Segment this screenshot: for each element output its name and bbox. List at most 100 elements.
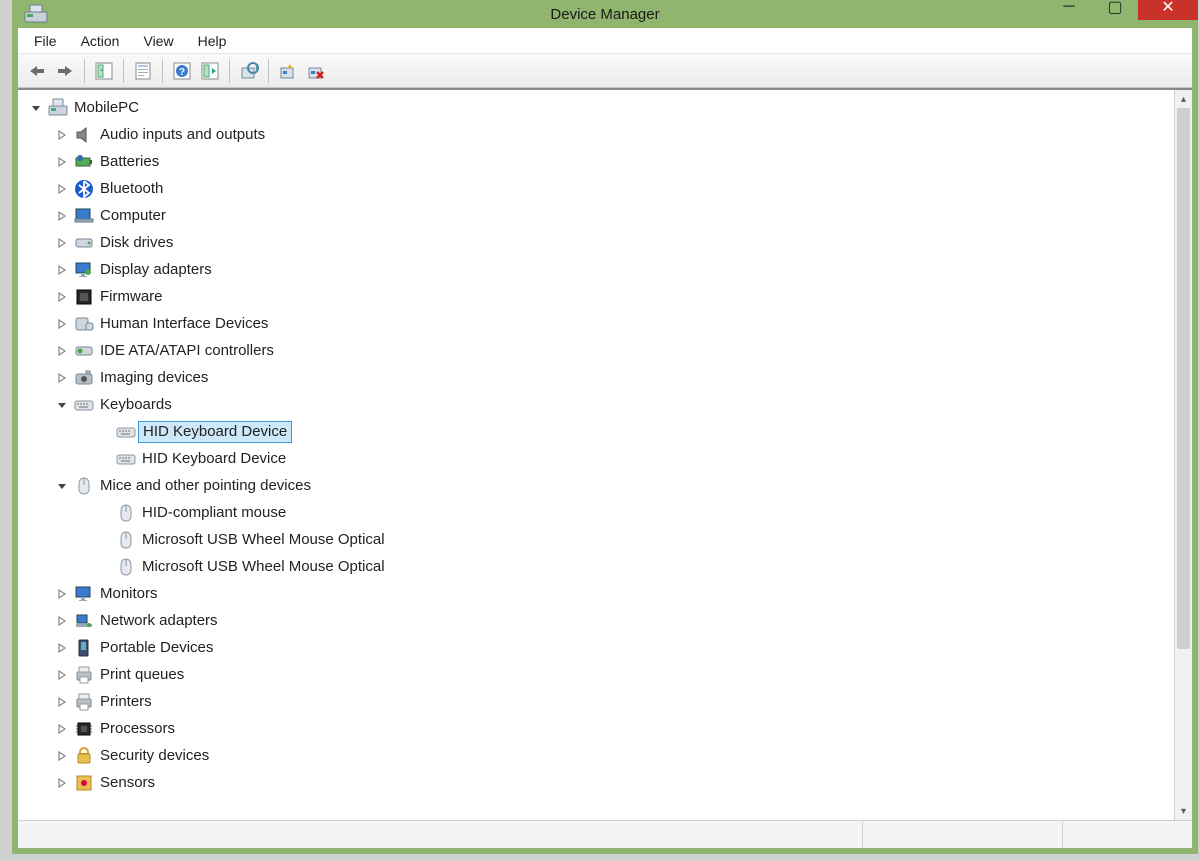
tree-node[interactable]: HID Keyboard Device bbox=[26, 445, 1174, 472]
expand-toggle-icon[interactable] bbox=[56, 318, 68, 330]
tree-node[interactable]: Portable Devices bbox=[26, 634, 1174, 661]
expand-toggle-icon[interactable] bbox=[56, 723, 68, 735]
tree-node[interactable]: Keyboards bbox=[26, 391, 1174, 418]
tree-node-label: Portable Devices bbox=[100, 634, 213, 661]
tree-node[interactable]: Monitors bbox=[26, 580, 1174, 607]
tree-node[interactable]: Microsoft USB Wheel Mouse Optical bbox=[26, 526, 1174, 553]
tree-node[interactable]: IDE ATA/ATAPI controllers bbox=[26, 337, 1174, 364]
battery-icon bbox=[74, 152, 94, 172]
close-button[interactable]: ✕ bbox=[1138, 0, 1198, 20]
device-tree[interactable]: MobilePCAudio inputs and outputsBatterie… bbox=[18, 90, 1174, 820]
expand-toggle-icon[interactable] bbox=[56, 750, 68, 762]
keyboard-icon bbox=[116, 422, 136, 442]
tree-node[interactable]: Sensors bbox=[26, 769, 1174, 796]
collapse-toggle-icon[interactable] bbox=[56, 480, 68, 492]
tree-node-label: Print queues bbox=[100, 661, 184, 688]
mouse-icon bbox=[74, 476, 94, 496]
printer-icon bbox=[74, 692, 94, 712]
back-button[interactable] bbox=[24, 58, 50, 84]
tree-node[interactable]: Processors bbox=[26, 715, 1174, 742]
toolbar-separator bbox=[268, 59, 269, 83]
printer-icon bbox=[74, 665, 94, 685]
portable-icon bbox=[74, 638, 94, 658]
expand-toggle-icon[interactable] bbox=[56, 129, 68, 141]
tree-node[interactable]: Display adapters bbox=[26, 256, 1174, 283]
expand-toggle-icon[interactable] bbox=[56, 156, 68, 168]
tree-node[interactable]: Mice and other pointing devices bbox=[26, 472, 1174, 499]
tree-node-label: Imaging devices bbox=[100, 364, 208, 391]
status-cell bbox=[1062, 821, 1192, 848]
expand-toggle-icon[interactable] bbox=[56, 669, 68, 681]
expand-toggle-icon[interactable] bbox=[56, 372, 68, 384]
scroll-track[interactable] bbox=[1175, 108, 1192, 802]
properties-button[interactable] bbox=[130, 58, 156, 84]
tree-node-label: Security devices bbox=[100, 742, 209, 769]
tree-node[interactable]: Human Interface Devices bbox=[26, 310, 1174, 337]
expand-toggle-icon[interactable] bbox=[56, 696, 68, 708]
menu-help[interactable]: Help bbox=[188, 31, 237, 51]
tree-node-label: MobilePC bbox=[74, 94, 139, 121]
collapse-toggle-icon[interactable] bbox=[30, 102, 42, 114]
hid-icon bbox=[74, 314, 94, 334]
update-driver-button[interactable] bbox=[236, 58, 262, 84]
tree-node[interactable]: Disk drives bbox=[26, 229, 1174, 256]
tree-node[interactable]: Print queues bbox=[26, 661, 1174, 688]
mouse-icon bbox=[116, 530, 136, 550]
expand-toggle-icon[interactable] bbox=[56, 264, 68, 276]
forward-button[interactable] bbox=[52, 58, 78, 84]
expand-toggle-icon[interactable] bbox=[56, 291, 68, 303]
tree-node[interactable]: MobilePC bbox=[26, 94, 1174, 121]
tree-node[interactable]: Firmware bbox=[26, 283, 1174, 310]
expand-toggle-icon[interactable] bbox=[56, 777, 68, 789]
scan-hardware-button[interactable] bbox=[275, 58, 301, 84]
sensor-icon bbox=[74, 773, 94, 793]
toolbar-separator bbox=[84, 59, 85, 83]
minimize-button[interactable]: ─ bbox=[1046, 0, 1092, 20]
tree-node[interactable]: HID-compliant mouse bbox=[26, 499, 1174, 526]
expand-toggle-icon[interactable] bbox=[56, 237, 68, 249]
expand-toggle-icon[interactable] bbox=[56, 183, 68, 195]
maximize-button[interactable]: ▢ bbox=[1092, 0, 1138, 20]
collapse-toggle-icon[interactable] bbox=[56, 399, 68, 411]
menu-file[interactable]: File bbox=[24, 31, 67, 51]
tree-node-label: Firmware bbox=[100, 283, 163, 310]
status-cell bbox=[862, 821, 1062, 848]
tree-node[interactable]: Imaging devices bbox=[26, 364, 1174, 391]
scroll-down-icon[interactable]: ▾ bbox=[1175, 802, 1192, 820]
status-cell bbox=[18, 821, 862, 848]
uninstall-button[interactable] bbox=[303, 58, 329, 84]
expand-toggle-icon[interactable] bbox=[56, 345, 68, 357]
tree-node[interactable]: Audio inputs and outputs bbox=[26, 121, 1174, 148]
tree-node[interactable]: Computer bbox=[26, 202, 1174, 229]
tree-node-label: HID Keyboard Device bbox=[142, 445, 286, 472]
toolbar-separator bbox=[229, 59, 230, 83]
keyboard-icon bbox=[116, 449, 136, 469]
refresh-button[interactable] bbox=[197, 58, 223, 84]
menu-view[interactable]: View bbox=[133, 31, 183, 51]
scroll-up-icon[interactable]: ▴ bbox=[1175, 90, 1192, 108]
expand-toggle-icon[interactable] bbox=[56, 615, 68, 627]
vertical-scrollbar[interactable]: ▴ ▾ bbox=[1174, 90, 1192, 820]
tree-node-label: HID Keyboard Device bbox=[138, 421, 292, 443]
scroll-thumb[interactable] bbox=[1177, 108, 1190, 649]
tree-node[interactable]: Microsoft USB Wheel Mouse Optical bbox=[26, 553, 1174, 580]
expand-toggle-icon[interactable] bbox=[56, 642, 68, 654]
expand-toggle-icon[interactable] bbox=[56, 210, 68, 222]
camera-icon bbox=[74, 368, 94, 388]
menu-action[interactable]: Action bbox=[71, 31, 130, 51]
help-button[interactable]: ? bbox=[169, 58, 195, 84]
tree-node[interactable]: HID Keyboard Device bbox=[26, 418, 1174, 445]
show-hidden-button[interactable] bbox=[91, 58, 117, 84]
tree-node[interactable]: Network adapters bbox=[26, 607, 1174, 634]
statusbar bbox=[18, 820, 1192, 848]
toolbar: ? bbox=[18, 54, 1192, 88]
window-title: Device Manager bbox=[18, 6, 1192, 23]
tree-node[interactable]: Security devices bbox=[26, 742, 1174, 769]
tree-node-label: Monitors bbox=[100, 580, 158, 607]
tree-node[interactable]: Printers bbox=[26, 688, 1174, 715]
expand-toggle-icon[interactable] bbox=[56, 588, 68, 600]
tree-node[interactable]: Bluetooth bbox=[26, 175, 1174, 202]
network-icon bbox=[74, 611, 94, 631]
titlebar[interactable]: Device Manager ─ ▢ ✕ bbox=[18, 0, 1192, 28]
tree-node[interactable]: Batteries bbox=[26, 148, 1174, 175]
